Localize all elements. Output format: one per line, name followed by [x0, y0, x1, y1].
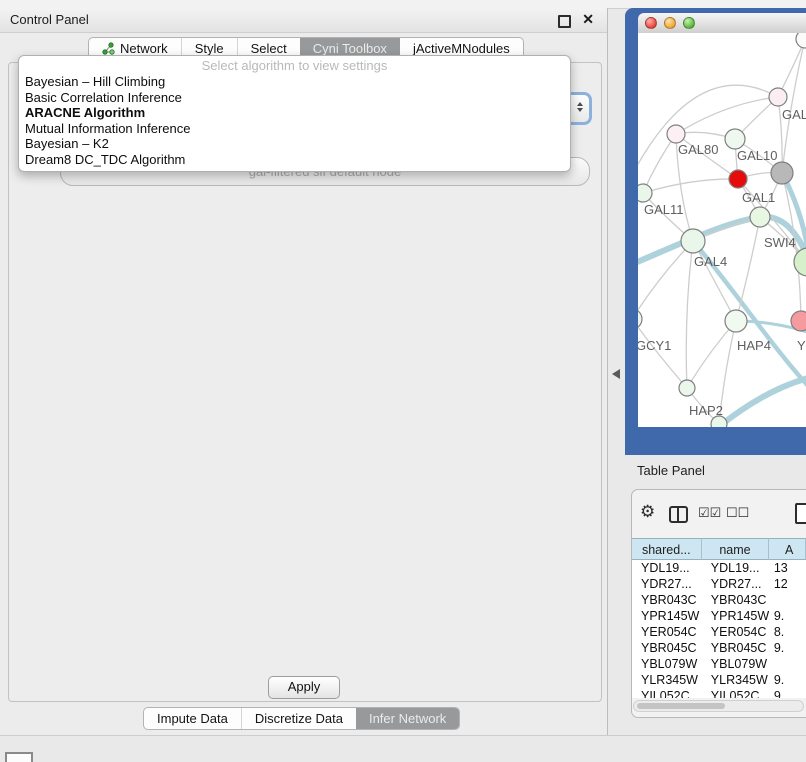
node-gal11[interactable] [638, 184, 652, 202]
tab-discretize-data[interactable]: Discretize Data [241, 708, 356, 729]
node-label: SWI4 [764, 235, 796, 250]
table-row[interactable]: YER054C YER054C 8. [632, 624, 806, 640]
node[interactable] [771, 162, 793, 184]
node-gal4[interactable] [681, 229, 705, 253]
control-panel-titlebar: Control Panel ✕ [0, 8, 607, 33]
table-header-row: shared... name A [632, 538, 806, 560]
network-graph: GAL GAL80 GAL10 GAL1 SWI4 GAL11 GAL4 GCY… [638, 33, 806, 427]
edge [643, 134, 676, 193]
node-label: HAP2 [689, 403, 723, 418]
network-icon [102, 42, 115, 55]
node-hap4[interactable] [725, 310, 747, 332]
scrollbar-thumb[interactable] [637, 703, 725, 709]
columns-icon[interactable] [669, 506, 688, 523]
node-gcy1[interactable] [638, 309, 642, 329]
column-header[interactable]: name [702, 538, 770, 560]
node[interactable] [794, 248, 806, 276]
dropdown-item[interactable]: Bayesian – K2 [19, 136, 570, 152]
node-hap2[interactable] [679, 380, 695, 396]
control-panel-window: Control Panel ✕ Network Style Select Cyn… [0, 8, 608, 735]
close-icon[interactable]: ✕ [582, 11, 594, 28]
edge [638, 319, 687, 388]
tab-infer-network[interactable]: Infer Network [356, 708, 459, 729]
node-label: GAL10 [737, 148, 777, 163]
node-gal1[interactable] [729, 170, 747, 188]
screen: Control Panel ✕ Network Style Select Cyn… [0, 0, 806, 762]
table-row[interactable]: YPR145W YPR145W 9. [632, 608, 806, 624]
float-window-icon[interactable] [558, 15, 571, 28]
node-label: GAL80 [678, 142, 718, 157]
column-header[interactable]: shared... [632, 538, 702, 560]
gear-icon[interactable]: ⚙ [640, 502, 655, 522]
table-row[interactable]: YBR045C YBR045C 9. [632, 640, 806, 656]
table-row[interactable]: YBL079W YBL079W [632, 656, 806, 672]
node-label: GAL4 [694, 254, 727, 269]
bottom-strip [0, 735, 806, 762]
table-panel-title: Table Panel [637, 463, 705, 478]
table-row[interactable]: YDR27... YDR27... 12 [632, 576, 806, 592]
table-horizontal-scrollbar[interactable] [633, 700, 804, 712]
node[interactable] [796, 33, 806, 48]
tab-impute-data[interactable]: Impute Data [144, 708, 241, 729]
document-icon[interactable] [795, 503, 806, 524]
deselect-all-checkboxes-icon[interactable]: ☐☐ [726, 505, 749, 521]
node[interactable] [791, 311, 806, 331]
combo-arrows-icon [577, 102, 583, 112]
node-table: shared... name A YDL19... YDL19... 13 YD… [632, 538, 806, 698]
dropdown-item[interactable]: Bayesian – Hill Climbing [19, 74, 570, 90]
minimize-traffic-light[interactable] [664, 17, 676, 29]
node-swi4[interactable] [750, 207, 770, 227]
edge [716, 377, 806, 427]
algorithm-dropdown-list: Select algorithm to view settings Bayesi… [18, 55, 571, 172]
table-row[interactable]: YLR345W YLR345W 9. [632, 672, 806, 688]
edge [736, 217, 760, 321]
edge [693, 241, 736, 321]
dropdown-item[interactable]: Basic Correlation Inference [19, 90, 570, 106]
node-gal10[interactable] [725, 129, 745, 149]
edge [676, 97, 778, 134]
table-row[interactable]: YDL19... YDL19... 13 [632, 560, 806, 576]
window-title: Control Panel [10, 12, 89, 27]
table-toolbar: ⚙ ☑☑ ☐☐ [631, 501, 806, 531]
edge [686, 241, 693, 388]
network-view-window: GAL GAL80 GAL10 GAL1 SWI4 GAL11 GAL4 GCY… [625, 8, 806, 455]
dropdown-prompt: Select algorithm to view settings [19, 58, 570, 74]
node-label: GAL1 [742, 190, 775, 205]
dropdown-item[interactable]: Dream8 DC_TDC Algorithm [19, 152, 570, 168]
node-label: Y [797, 338, 806, 353]
dropdown-item[interactable]: Mutual Information Inference [19, 121, 570, 137]
table-row[interactable]: YBR043C YBR043C [632, 592, 806, 608]
node-label: HAP4 [737, 338, 771, 353]
minimized-widget[interactable] [5, 752, 33, 762]
network-canvas[interactable]: GAL GAL80 GAL10 GAL1 SWI4 GAL11 GAL4 GCY… [638, 33, 806, 427]
column-header[interactable]: A [769, 538, 806, 560]
dropdown-item-highlighted[interactable]: ARACNE Algorithm [19, 105, 570, 121]
node-label: GAL11 [644, 202, 684, 217]
table-body: YDL19... YDL19... 13 YDR27... YDR27... 1… [632, 560, 806, 698]
select-all-checkboxes-icon[interactable]: ☑☑ [698, 505, 721, 521]
table-row[interactable]: YIL052C YIL052C 9 [632, 688, 806, 698]
node-label: GCY1 [638, 338, 671, 353]
network-window-titlebar[interactable] [638, 13, 806, 34]
node-gal80[interactable] [667, 125, 685, 143]
edge [782, 39, 805, 173]
bottom-tabbar: Impute Data Discretize Data Infer Networ… [143, 707, 460, 730]
node[interactable] [769, 88, 787, 106]
node-label: GAL [782, 107, 806, 122]
zoom-traffic-light[interactable] [683, 17, 695, 29]
edge [643, 179, 738, 193]
close-traffic-light[interactable] [645, 17, 657, 29]
mouse-cursor [612, 369, 620, 379]
tab-network-label: Network [120, 41, 168, 56]
apply-button[interactable]: Apply [268, 676, 340, 699]
